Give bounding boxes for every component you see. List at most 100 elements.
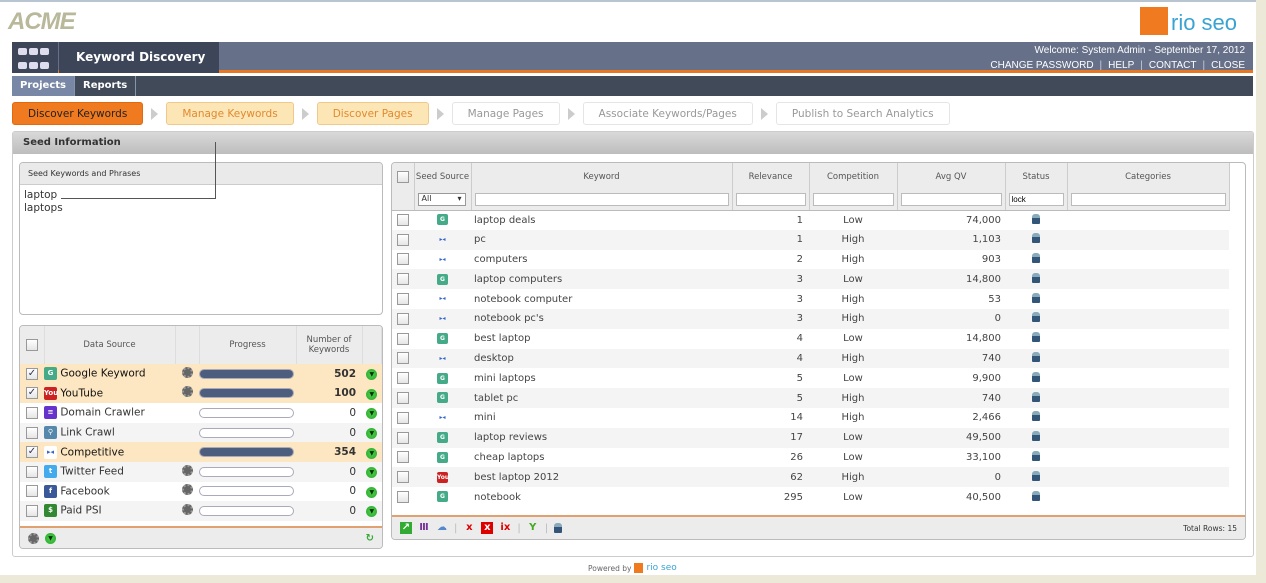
lock-icon[interactable] — [554, 523, 563, 533]
data-source-row[interactable]: ⚲ Link Crawl 0 ▼ — [20, 422, 382, 443]
table-row[interactable]: ▸◂ desktop 4 High 740 — [392, 348, 1229, 369]
expand-down-icon[interactable]: ▼ — [45, 532, 56, 544]
source-checkbox[interactable] — [26, 504, 38, 517]
row-checkbox[interactable] — [397, 471, 409, 484]
relevance-filter-input[interactable] — [735, 193, 806, 207]
status-filter-input[interactable] — [1008, 193, 1064, 207]
table-row[interactable]: ▸◂ pc 1 High 1,103 — [392, 229, 1229, 250]
data-source-row[interactable]: ≡ Domain Crawler 0 ▼ — [20, 403, 382, 423]
lock-icon[interactable] — [1032, 391, 1040, 402]
gear-icon[interactable] — [181, 503, 193, 515]
expand-down-icon[interactable]: ▼ — [366, 467, 378, 479]
lock-icon[interactable] — [1032, 332, 1040, 343]
row-checkbox[interactable] — [397, 312, 409, 325]
competition-filter-input[interactable] — [812, 193, 894, 207]
data-source-row[interactable]: ✓ G Google Keyword 502 ▼ — [20, 364, 382, 384]
help-link[interactable]: HELP — [1108, 60, 1134, 71]
source-checkbox[interactable]: ✓ — [26, 387, 38, 400]
table-row[interactable]: G notebook 295 Low 40,500 — [392, 487, 1229, 507]
header-status[interactable]: Status — [1005, 163, 1068, 190]
source-checkbox[interactable] — [26, 406, 38, 419]
table-row[interactable]: G laptop reviews 17 Low 49,500 — [392, 427, 1229, 448]
select-all-sources-checkbox[interactable] — [25, 339, 38, 351]
row-checkbox[interactable] — [397, 491, 409, 504]
data-source-row[interactable]: ✓ You YouTube 100 ▼ — [20, 383, 382, 404]
row-checkbox[interactable] — [397, 451, 409, 464]
expand-down-icon[interactable]: ▼ — [366, 369, 378, 381]
tab-projects[interactable]: Projects — [12, 76, 76, 96]
row-checkbox[interactable] — [397, 392, 409, 405]
header-relevance[interactable]: Relevance — [732, 163, 810, 190]
lock-icon[interactable] — [1032, 312, 1040, 323]
tab-reports[interactable]: Reports — [75, 76, 137, 96]
gear-icon[interactable] — [181, 366, 193, 378]
row-checkbox[interactable] — [397, 293, 409, 306]
table-row[interactable]: G tablet pc 5 High 740 — [392, 388, 1229, 408]
expand-down-icon[interactable]: ▼ — [366, 447, 378, 459]
clear-filter-icon[interactable]: ix — [499, 522, 511, 534]
step-discover-pages[interactable]: Discover Pages — [316, 102, 429, 125]
lock-icon[interactable] — [1032, 292, 1040, 303]
delete-all-icon[interactable]: x — [481, 522, 494, 534]
gear-icon[interactable] — [181, 464, 193, 476]
seed-source-filter-select[interactable]: All ▾ — [417, 193, 466, 207]
change-password-link[interactable]: CHANGE PASSWORD — [990, 60, 1093, 71]
step-discover-keywords[interactable]: Discover Keywords — [12, 102, 144, 125]
header-categories[interactable]: Categories — [1067, 163, 1230, 190]
lock-icon[interactable] — [1032, 252, 1040, 263]
table-row[interactable]: ▸◂ mini 14 High 2,466 — [392, 408, 1229, 428]
data-source-row[interactable]: ✓ ▸◂ Competitive 354 ▼ — [20, 442, 382, 462]
row-checkbox[interactable] — [397, 372, 409, 385]
gear-icon[interactable] — [181, 484, 193, 496]
row-checkbox[interactable] — [397, 431, 409, 444]
source-checkbox[interactable] — [26, 465, 38, 478]
add-keyword-icon[interactable]: Y — [527, 522, 539, 534]
table-row[interactable]: G laptop computers 3 Low 14,800 — [392, 269, 1229, 290]
contact-link[interactable]: CONTACT — [1149, 60, 1197, 71]
expand-down-icon[interactable]: ▼ — [366, 408, 378, 420]
source-checkbox[interactable] — [26, 485, 38, 498]
source-checkbox[interactable] — [26, 426, 38, 439]
expand-down-icon[interactable]: ▼ — [366, 486, 378, 498]
lock-icon[interactable] — [1032, 371, 1040, 382]
lock-icon[interactable] — [1032, 411, 1040, 422]
lock-icon[interactable] — [1032, 233, 1040, 244]
table-row[interactable]: G cheap laptops 26 Low 33,100 — [392, 448, 1229, 468]
expand-down-icon[interactable]: ▼ — [366, 506, 378, 518]
gear-icon[interactable] — [181, 386, 193, 398]
source-checkbox[interactable]: ✓ — [26, 367, 38, 380]
row-checkbox[interactable] — [397, 233, 409, 246]
apps-grid-icon[interactable] — [12, 42, 58, 73]
table-row[interactable]: You best laptop 2012 62 High 0 — [392, 467, 1229, 488]
table-row[interactable]: G mini laptops 5 Low 9,900 — [392, 368, 1229, 388]
header-keyword[interactable]: Keyword — [471, 163, 733, 190]
lock-icon[interactable] — [1032, 470, 1040, 481]
data-source-row[interactable]: t Twitter Feed 0 ▼ — [20, 461, 382, 482]
lock-icon[interactable] — [1032, 431, 1040, 442]
table-row[interactable]: ▸◂ computers 2 High 903 — [392, 250, 1229, 270]
step-manage-keywords[interactable]: Manage Keywords — [166, 102, 294, 125]
header-avg-qv[interactable]: Avg QV — [897, 163, 1006, 190]
cloud-icon[interactable]: ☁ — [436, 522, 448, 534]
lock-icon[interactable] — [1032, 213, 1040, 224]
source-checkbox[interactable]: ✓ — [26, 446, 38, 459]
columns-icon[interactable]: Ⅲ — [418, 522, 430, 534]
data-source-row[interactable]: f Facebook 0 ▼ — [20, 482, 382, 502]
select-all-keywords-checkbox[interactable] — [396, 170, 409, 183]
header-competition[interactable]: Competition — [809, 163, 898, 190]
categories-filter-input[interactable] — [1070, 193, 1226, 207]
lock-icon[interactable] — [1032, 490, 1040, 501]
row-checkbox[interactable] — [397, 214, 409, 227]
table-row[interactable]: G laptop deals 1 Low 74,000 — [392, 210, 1229, 230]
row-checkbox[interactable] — [397, 352, 409, 365]
avg-qv-filter-input[interactable] — [900, 193, 1002, 207]
expand-down-icon[interactable]: ▼ — [366, 428, 378, 440]
row-checkbox[interactable] — [397, 411, 409, 424]
settings-gear-icon[interactable] — [28, 532, 39, 544]
table-row[interactable]: G best laptop 4 Low 14,800 — [392, 329, 1229, 349]
lock-icon[interactable] — [1032, 450, 1040, 461]
row-checkbox[interactable] — [397, 332, 409, 345]
keyword-filter-input[interactable] — [474, 193, 729, 207]
expand-down-icon[interactable]: ▼ — [366, 388, 378, 400]
lock-icon[interactable] — [1032, 351, 1040, 362]
